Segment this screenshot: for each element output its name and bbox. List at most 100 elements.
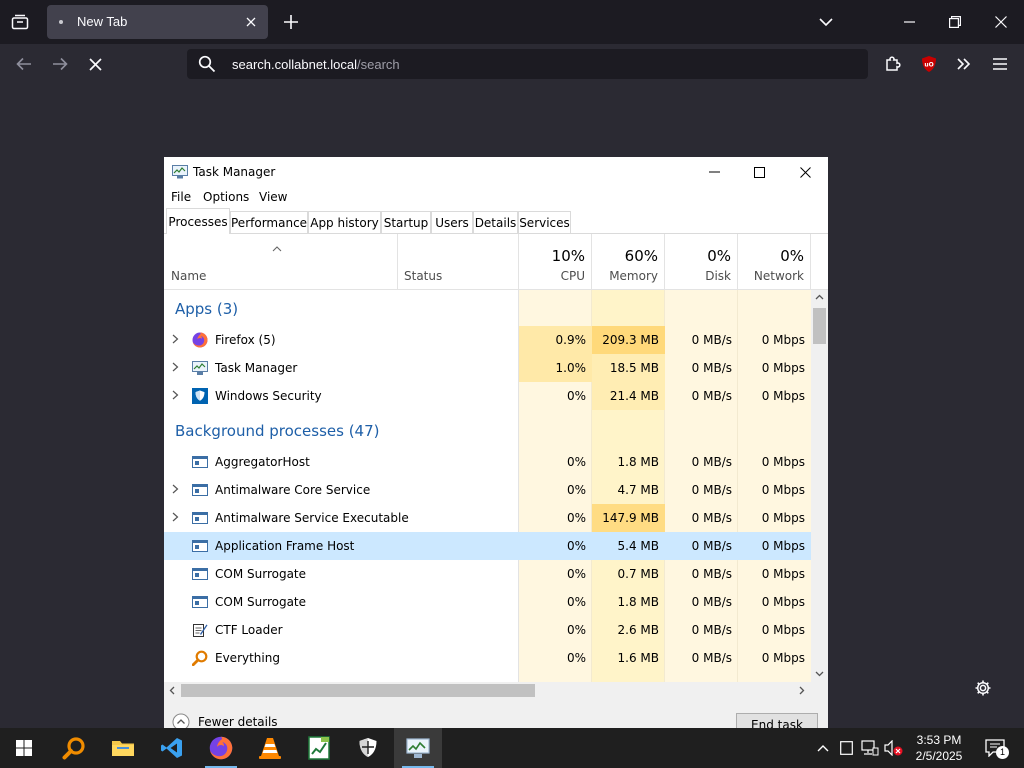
process-row[interactable]: Antimalware Core Service 0% 4.7 MB 0 MB/… — [164, 476, 811, 504]
taskbar-file-explorer[interactable] — [99, 728, 147, 768]
process-row[interactable]: COM Surrogate 0% 1.8 MB 0 MB/s 0 Mbps — [164, 588, 811, 616]
expand-chevron-icon[interactable] — [172, 362, 179, 372]
group-header-apps[interactable]: Apps (3) — [164, 296, 811, 324]
end-task-button[interactable]: End task — [736, 713, 818, 728]
process-row[interactable]: COM Surrogate 0% 0.7 MB 0 MB/s 0 Mbps — [164, 560, 811, 588]
column-header-network[interactable]: 0% Network — [738, 234, 811, 289]
action-center-button[interactable]: 1 — [983, 738, 1009, 759]
tray-network-button[interactable] — [860, 738, 880, 758]
process-memory: 4.7 MB — [617, 483, 659, 497]
tab-startup[interactable]: Startup — [381, 211, 431, 233]
taskbar-clock[interactable]: 3:53 PM 2/5/2025 — [906, 732, 972, 764]
stop-loading-button[interactable] — [81, 50, 109, 78]
tab-processes[interactable]: Processes — [166, 208, 230, 234]
menu-view[interactable]: View — [259, 190, 287, 204]
url-bar[interactable]: search.collabnet.local/search — [187, 49, 868, 79]
browser-tab[interactable]: New Tab — [47, 5, 268, 39]
search-icon — [198, 55, 216, 73]
horizontal-scrollbar[interactable] — [164, 682, 811, 699]
process-row[interactable]: Antimalware Service Executable 0% 147.9 … — [164, 504, 811, 532]
task-manager-titlebar[interactable]: Task Manager — [164, 157, 828, 187]
tm-minimize-button[interactable] — [691, 157, 737, 187]
process-network: 0 Mbps — [761, 511, 805, 525]
tm-maximize-button[interactable] — [736, 157, 782, 187]
process-row[interactable]: Windows Security 0% 21.4 MB 0 MB/s 0 Mbp… — [164, 382, 811, 410]
taskbar-task-manager[interactable] — [394, 728, 442, 768]
restore-button[interactable] — [932, 6, 978, 38]
process-cpu: 0% — [566, 455, 586, 469]
process-row[interactable]: Task Manager 1.0% 18.5 MB 0 MB/s 0 Mbps — [164, 354, 811, 382]
process-memory: 21.4 MB — [592, 382, 665, 410]
process-memory: 0.7 MB — [617, 567, 659, 581]
tab-services[interactable]: Services — [518, 211, 571, 233]
ublock-origin-button[interactable]: uO — [915, 50, 943, 78]
process-row[interactable]: AggregatorHost 0% 1.8 MB 0 MB/s 0 Mbps — [164, 448, 811, 476]
scroll-up-arrow-icon[interactable] — [815, 294, 824, 300]
tab-close-button[interactable] — [242, 13, 260, 31]
tab-users[interactable]: Users — [431, 211, 473, 233]
clock-time: 3:53 PM — [916, 733, 962, 747]
minimize-button[interactable] — [886, 6, 932, 38]
list-all-tabs-button[interactable] — [803, 6, 849, 38]
fewer-details-button[interactable]: Fewer details — [172, 713, 278, 728]
process-network: 0 Mbps — [761, 455, 805, 469]
task-manager-icon — [192, 361, 208, 375]
horizontal-scroll-thumb[interactable] — [181, 684, 535, 697]
process-row-selected[interactable]: Application Frame Host 0% 5.4 MB 0 MB/s … — [164, 532, 811, 560]
expand-chevron-icon[interactable] — [172, 484, 179, 494]
taskbar-windows-security[interactable] — [344, 728, 392, 768]
tab-app-history[interactable]: App history — [308, 211, 381, 233]
expand-chevron-icon[interactable] — [172, 390, 179, 400]
more-tools-button[interactable] — [950, 50, 978, 78]
expand-chevron-icon[interactable] — [172, 512, 179, 522]
taskbar-vscode[interactable] — [148, 728, 196, 768]
newtab-settings-button[interactable] — [972, 677, 994, 699]
tray-tablet-button[interactable] — [836, 738, 856, 758]
back-button[interactable] — [10, 50, 38, 78]
expand-chevron-icon[interactable] — [172, 334, 179, 344]
new-tab-button[interactable] — [278, 8, 304, 36]
tab-details[interactable]: Details — [473, 211, 518, 233]
scroll-down-arrow-icon[interactable] — [815, 671, 824, 677]
menu-file[interactable]: File — [171, 190, 191, 204]
process-row[interactable]: Everything 0% 1.6 MB 0 MB/s 0 Mbps — [164, 644, 811, 672]
scroll-left-arrow-icon[interactable] — [169, 686, 175, 695]
start-button[interactable] — [0, 728, 48, 768]
taskbar-vlc[interactable] — [246, 728, 294, 768]
tm-close-button[interactable] — [782, 157, 828, 187]
forward-button[interactable] — [46, 50, 74, 78]
process-row[interactable]: CTF Loader 0% 2.6 MB 0 MB/s 0 Mbps — [164, 616, 811, 644]
chevron-up-icon — [817, 745, 829, 752]
process-cpu: 0% — [566, 595, 586, 609]
process-name: Windows Security — [215, 389, 322, 403]
svg-text:uO: uO — [924, 62, 933, 69]
column-header-status[interactable]: Status — [398, 234, 519, 289]
vertical-scrollbar[interactable] — [811, 290, 828, 682]
notification-count-badge: 1 — [996, 746, 1009, 759]
close-window-button[interactable] — [978, 6, 1024, 38]
tray-volume-button[interactable] — [884, 738, 904, 758]
chevron-down-icon — [819, 17, 833, 26]
vscode-icon — [161, 738, 182, 758]
column-header-name[interactable]: Name — [164, 234, 398, 289]
taskbar-sheet-app[interactable] — [295, 728, 343, 768]
group-header-background[interactable]: Background processes (47) — [164, 418, 811, 446]
menu-options[interactable]: Options — [203, 190, 249, 204]
vertical-scroll-thumb[interactable] — [813, 308, 826, 344]
gear-icon — [975, 680, 991, 696]
arrow-right-icon — [53, 57, 68, 71]
tab-list-button[interactable] — [6, 8, 34, 36]
tab-strip: Processes Performance App history Startu… — [164, 208, 828, 234]
column-label-status: Status — [404, 269, 443, 283]
taskbar-firefox[interactable] — [197, 728, 245, 768]
process-row[interactable]: Firefox (5) 0.9% 209.3 MB 0 MB/s 0 Mbps — [164, 326, 811, 354]
taskbar-everything[interactable] — [50, 728, 98, 768]
tab-performance[interactable]: Performance — [230, 211, 308, 233]
show-hidden-icons-button[interactable] — [813, 738, 833, 758]
scroll-right-arrow-icon[interactable] — [799, 686, 805, 695]
column-header-disk[interactable]: 0% Disk — [665, 234, 738, 289]
column-header-memory[interactable]: 60% Memory — [592, 234, 665, 289]
extensions-button[interactable] — [879, 50, 907, 78]
app-menu-button[interactable] — [986, 50, 1014, 78]
column-header-cpu[interactable]: 10% CPU — [519, 234, 592, 289]
